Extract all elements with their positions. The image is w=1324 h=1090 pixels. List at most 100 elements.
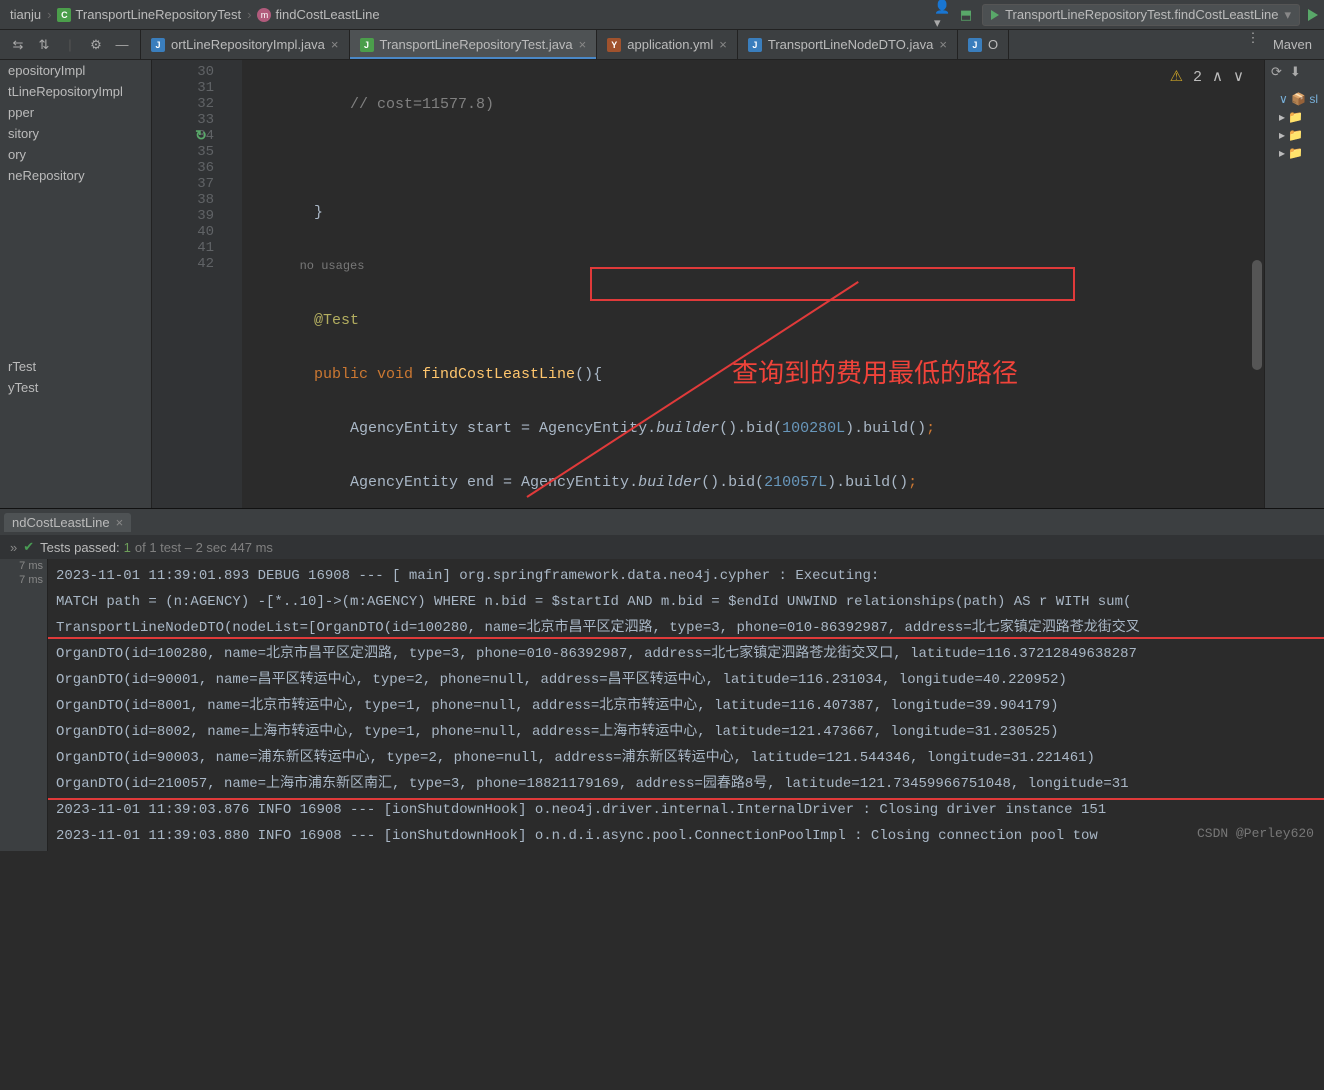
chevron-up-icon[interactable]: ∧: [1212, 64, 1223, 91]
close-icon[interactable]: ×: [579, 37, 587, 52]
test-file-icon: J: [360, 38, 374, 52]
code-line: // cost=11577.8): [242, 96, 494, 113]
expand-icon[interactable]: ⇆: [10, 37, 26, 53]
close-icon[interactable]: ×: [116, 515, 124, 530]
tree-item[interactable]: ▸ 📁: [1269, 126, 1320, 144]
left-item[interactable]: ory: [0, 144, 151, 165]
run-tab-bar: ndCostLeastLine ×: [0, 509, 1324, 535]
run-tab[interactable]: ndCostLeastLine ×: [4, 513, 131, 532]
tab-repository-test[interactable]: J TransportLineRepositoryTest.java ×: [350, 30, 598, 59]
java-file-icon: J: [968, 38, 982, 52]
java-file-icon: J: [748, 38, 762, 52]
tab-overflow[interactable]: J O: [958, 30, 1009, 59]
tree-item[interactable]: ▸ 📁: [1269, 144, 1320, 162]
refresh-icon[interactable]: ⟳: [1271, 64, 1282, 80]
line-number: 33: [156, 112, 214, 128]
divider-icon: |: [62, 37, 78, 53]
tab-application-yml[interactable]: Y application.yml ×: [597, 30, 738, 59]
code-area[interactable]: // cost=11577.8) } no usages @Test publi…: [242, 60, 1264, 508]
code-line: (){: [575, 366, 602, 383]
check-icon: ✔: [23, 539, 34, 555]
tab-label: O: [988, 37, 998, 52]
editor[interactable]: 30 31 32 33 34↻ 35 36 37 38 39 40 41 42 …: [152, 60, 1324, 508]
editor-tabs: J ortLineRepositoryImpl.java × J Transpo…: [141, 30, 1245, 59]
annotation-text: 查询到的费用最低的路径: [732, 360, 1018, 387]
left-item[interactable]: tLineRepositoryImpl: [0, 81, 151, 102]
left-item[interactable]: sitory: [0, 123, 151, 144]
left-item[interactable]: epositoryImpl: [0, 60, 151, 81]
tab-node-dto[interactable]: J TransportLineNodeDTO.java ×: [738, 30, 958, 59]
breadcrumb-project[interactable]: tianju: [6, 7, 45, 22]
left-item[interactable]: rTest: [0, 356, 151, 377]
warning-icon: ⚠: [1170, 64, 1183, 91]
console-line: 2023-11-01 11:39:03.880 INFO 16908 --- […: [56, 823, 1316, 849]
close-icon[interactable]: ×: [331, 37, 339, 52]
run-button[interactable]: [1308, 9, 1318, 21]
code-line: AgencyEntity start = AgencyEntity.builde…: [242, 415, 1264, 442]
left-item[interactable]: neRepository: [0, 165, 151, 186]
tree-item[interactable]: ▸ 📁: [1269, 108, 1320, 126]
close-icon[interactable]: ×: [719, 37, 727, 52]
line-number: 30: [156, 64, 214, 80]
test-tree[interactable]: 7 ms 7 ms: [0, 559, 48, 851]
console-split: 7 ms 7 ms 2023-11-01 11:39:01.893 DEBUG …: [0, 559, 1324, 851]
java-file-icon: J: [151, 38, 165, 52]
close-icon[interactable]: ×: [939, 37, 947, 52]
run-config-area: 👤▾ ⬒ TransportLineRepositoryTest.findCos…: [934, 4, 1318, 26]
expand-icon[interactable]: »: [10, 540, 17, 555]
left-item[interactable]: yTest: [0, 377, 151, 398]
download-icon[interactable]: ⬇: [1290, 64, 1301, 80]
breadcrumb-class[interactable]: C TransportLineRepositoryTest: [53, 7, 245, 22]
chevron-right-icon: ›: [45, 7, 53, 22]
maven-panel[interactable]: ⟳ ⬇ ∨ 📦 sl ▸ 📁 ▸ 📁 ▸ 📁: [1264, 60, 1324, 508]
project-tool-icons: ⇆ ⇅ | ⚙ —: [0, 30, 141, 59]
more-icon[interactable]: ⋮: [1245, 30, 1261, 46]
left-item[interactable]: pper: [0, 102, 151, 123]
code-line: @Test: [242, 312, 359, 329]
line-number: 32: [156, 96, 214, 112]
chevron-right-icon: ›: [245, 7, 253, 22]
console-line: OrganDTO(id=90003, name=浦东新区转运中心, type=2…: [56, 745, 1316, 771]
breadcrumb-method-label: findCostLeastLine: [275, 7, 379, 22]
run-tool-window: ndCostLeastLine × » ✔ Tests passed: 1 of…: [0, 508, 1324, 851]
console-line: 2023-11-01 11:39:03.876 INFO 16908 --- […: [56, 797, 1316, 823]
gear-icon[interactable]: ⚙: [88, 37, 104, 53]
user-icon[interactable]: 👤▾: [934, 7, 950, 23]
run-config-label: TransportLineRepositoryTest.findCostLeas…: [1005, 7, 1278, 22]
line-number: 36: [156, 160, 214, 176]
run-gutter-icon[interactable]: ↻: [192, 128, 210, 145]
build-icon[interactable]: ⬒: [958, 7, 974, 23]
hide-icon[interactable]: —: [114, 37, 130, 53]
usages-hint[interactable]: no usages: [242, 253, 1264, 280]
maven-tree[interactable]: ∨ 📦 sl ▸ 📁 ▸ 📁 ▸ 📁: [1265, 84, 1324, 168]
console-line: TransportLineNodeDTO(nodeList=[OrganDTO(…: [56, 615, 1316, 641]
collapse-icon[interactable]: ⇅: [36, 37, 52, 53]
warning-count: 2: [1193, 64, 1202, 91]
tab-label: TransportLineNodeDTO.java: [768, 37, 933, 52]
tree-root[interactable]: sl: [1309, 92, 1318, 106]
test-time: 7 ms: [0, 559, 47, 573]
chevron-down-icon[interactable]: ∨: [1233, 64, 1244, 91]
tab-repository-impl[interactable]: J ortLineRepositoryImpl.java ×: [141, 30, 350, 59]
run-config-selector[interactable]: TransportLineRepositoryTest.findCostLeas…: [982, 4, 1300, 26]
gutter[interactable]: 30 31 32 33 34↻ 35 36 37 38 39 40 41 42: [152, 60, 242, 508]
breadcrumb-class-label: TransportLineRepositoryTest: [75, 7, 241, 22]
tab-label: ortLineRepositoryImpl.java: [171, 37, 325, 52]
code-line: [242, 145, 1264, 172]
console-line: OrganDTO(id=8002, name=上海市转运中心, type=1, …: [56, 719, 1316, 745]
structure-panel[interactable]: epositoryImpl tLineRepositoryImpl pper s…: [0, 60, 152, 508]
console-output[interactable]: 2023-11-01 11:39:01.893 DEBUG 16908 --- …: [48, 559, 1324, 851]
line-number: 42: [156, 256, 214, 272]
line-number: 38: [156, 192, 214, 208]
test-status-bar: » ✔ Tests passed: 1 of 1 test – 2 sec 44…: [0, 535, 1324, 559]
inspections-widget[interactable]: ⚠ 2 ∧ ∨: [1170, 64, 1244, 91]
code-line: }: [242, 204, 323, 221]
test-class-icon: C: [57, 8, 71, 22]
breadcrumb-method[interactable]: m findCostLeastLine: [253, 7, 383, 22]
tests-passed-label: Tests passed:: [40, 540, 120, 555]
maven-tool-window-button[interactable]: Maven: [1261, 30, 1324, 59]
console-line: OrganDTO(id=100280, name=北京市昌平区定泗路, type…: [56, 641, 1316, 667]
line-number: 37: [156, 176, 214, 192]
editor-scrollbar[interactable]: [1252, 260, 1262, 370]
line-number: 41: [156, 240, 214, 256]
